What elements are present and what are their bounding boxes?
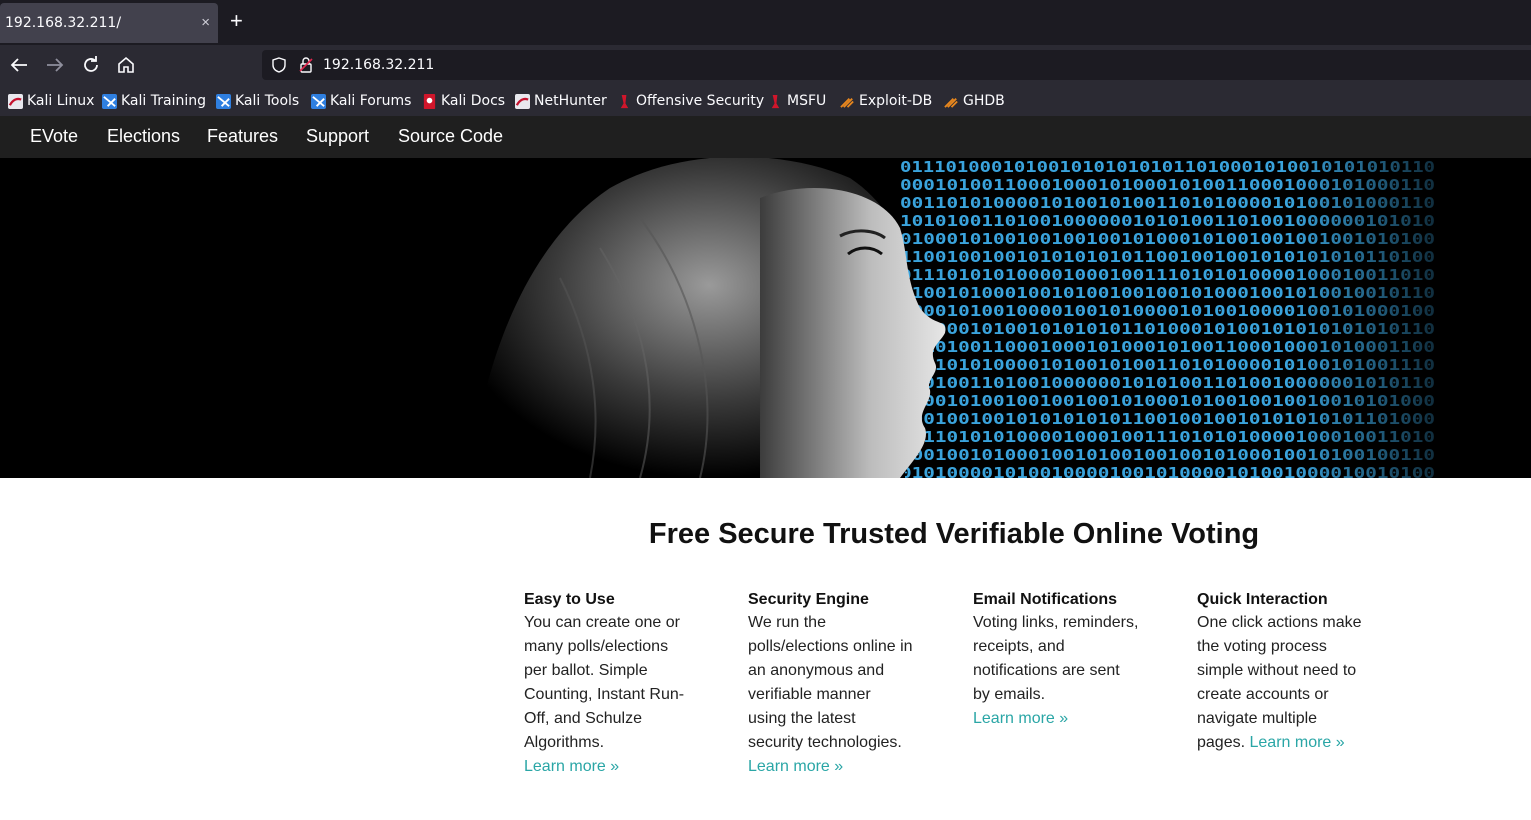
bookmark-kali-docs[interactable]: Kali Docs: [422, 92, 505, 110]
reload-icon[interactable]: [79, 53, 103, 77]
feature-title: Security Engine: [748, 591, 869, 608]
exploitdb-icon: [840, 97, 854, 108]
kali-training-icon: [102, 93, 117, 109]
bookmarks-bar: Kali Linux Kali Training Kali Tools Kali…: [0, 85, 1531, 116]
learn-more-link[interactable]: Learn more »: [748, 758, 843, 775]
page-headline: Free Secure Trusted Verifiable Online Vo…: [648, 518, 1260, 550]
learn-more-link[interactable]: Learn more »: [973, 710, 1068, 727]
browser-tabstrip: 192.168.32.211/ × +: [0, 0, 1531, 45]
new-tab-icon[interactable]: +: [230, 10, 243, 32]
hero-image: 0111010001010010101010101101000101001010…: [470, 158, 1440, 478]
insecure-lock-icon[interactable]: [297, 56, 315, 74]
tab-title: 192.168.32.211/: [5, 15, 122, 31]
tab-close-icon[interactable]: ×: [201, 14, 210, 31]
shield-icon[interactable]: [270, 56, 288, 74]
headline-container: Free Secure Trusted Verifiable Online Vo…: [0, 518, 1531, 551]
bookmark-exploit-db[interactable]: Exploit-DB: [840, 92, 932, 110]
browser-tab[interactable]: 192.168.32.211/ ×: [0, 3, 218, 43]
home-icon[interactable]: [114, 53, 138, 77]
bookmark-kali-tools[interactable]: Kali Tools: [216, 92, 299, 110]
site-navbar: EVote Elections Features Support Source …: [0, 116, 1531, 158]
nav-features[interactable]: Features: [207, 126, 278, 147]
feature-easy-to-use: Easy to Use You can create one or many p…: [524, 590, 694, 779]
browser-toolbar: 192.168.32.211: [0, 45, 1531, 85]
hero-banner: 0111010001010010101010101101000101001010…: [0, 158, 1531, 478]
nav-brand-evote[interactable]: EVote: [30, 126, 78, 147]
feature-title: Email Notifications: [973, 591, 1118, 608]
bookmark-kali-linux[interactable]: Kali Linux: [8, 92, 94, 110]
kali-dragon-icon: [8, 93, 23, 109]
bookmark-ghdb[interactable]: GHDB: [944, 92, 1005, 110]
msfu-icon: [771, 94, 780, 108]
bookmark-kali-training[interactable]: Kali Training: [102, 92, 206, 110]
url-text: 192.168.32.211: [323, 57, 435, 73]
nethunter-icon: [515, 93, 530, 109]
kali-forums-icon: [311, 93, 326, 109]
nav-elections[interactable]: Elections: [107, 126, 180, 147]
feature-email-notifications: Email Notifications Voting links, remind…: [973, 590, 1143, 731]
learn-more-link[interactable]: Learn more »: [1250, 734, 1345, 751]
bookmark-nethunter[interactable]: NetHunter: [515, 92, 607, 110]
url-bar[interactable]: 192.168.32.211: [262, 50, 1531, 80]
bookmark-kali-forums[interactable]: Kali Forums: [311, 92, 411, 110]
back-arrow-icon[interactable]: [7, 53, 31, 77]
feature-title: Quick Interaction: [1197, 591, 1328, 608]
bookmark-msfu[interactable]: MSFU: [768, 92, 826, 110]
ghdb-icon: [944, 97, 958, 108]
feature-security-engine: Security Engine We run the polls/electio…: [748, 590, 918, 779]
nav-source-code[interactable]: Source Code: [398, 126, 503, 147]
feature-title: Easy to Use: [524, 591, 615, 608]
feature-quick-interaction: Quick Interaction One click actions make…: [1197, 590, 1367, 755]
forward-arrow-icon[interactable]: [43, 53, 67, 77]
learn-more-link[interactable]: Learn more »: [524, 758, 619, 775]
kali-tools-icon: [216, 93, 231, 109]
offsec-icon: [620, 94, 629, 108]
bookmark-offensive-security[interactable]: Offensive Security: [617, 92, 764, 110]
nav-support[interactable]: Support: [306, 126, 369, 147]
kali-docs-icon: [423, 93, 436, 109]
